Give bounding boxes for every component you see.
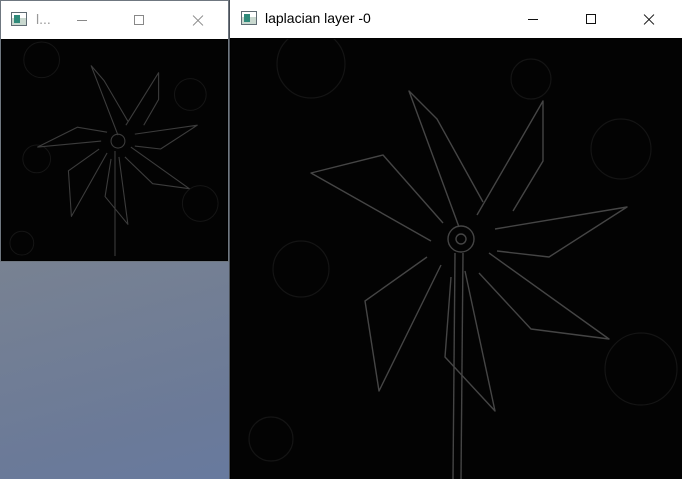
maximize-button[interactable] bbox=[568, 0, 614, 38]
small-window-titlebar[interactable]: l... bbox=[1, 1, 228, 39]
maximize-icon bbox=[134, 15, 144, 25]
laplacian-image-main bbox=[248, 39, 678, 479]
app-icon bbox=[11, 12, 27, 26]
close-icon bbox=[192, 14, 204, 26]
minimize-icon bbox=[528, 18, 538, 20]
maximize-button[interactable] bbox=[117, 1, 161, 39]
small-window[interactable]: l... bbox=[0, 0, 229, 262]
maximize-icon bbox=[586, 14, 596, 24]
minimize-button[interactable] bbox=[61, 1, 103, 39]
minimize-button[interactable] bbox=[510, 0, 556, 38]
main-window-title: laplacian layer -0 bbox=[265, 10, 371, 26]
main-window[interactable]: laplacian layer -0 bbox=[229, 0, 682, 479]
main-image-canvas bbox=[231, 39, 682, 479]
laplacian-image-small bbox=[9, 41, 219, 257]
close-button[interactable] bbox=[626, 0, 672, 38]
small-image-canvas bbox=[2, 40, 227, 260]
close-icon bbox=[643, 13, 655, 25]
close-button[interactable] bbox=[175, 1, 221, 39]
minimize-icon bbox=[77, 19, 87, 21]
main-window-titlebar[interactable]: laplacian layer -0 bbox=[230, 0, 682, 38]
app-icon bbox=[241, 11, 257, 25]
small-window-title: l... bbox=[36, 11, 51, 27]
